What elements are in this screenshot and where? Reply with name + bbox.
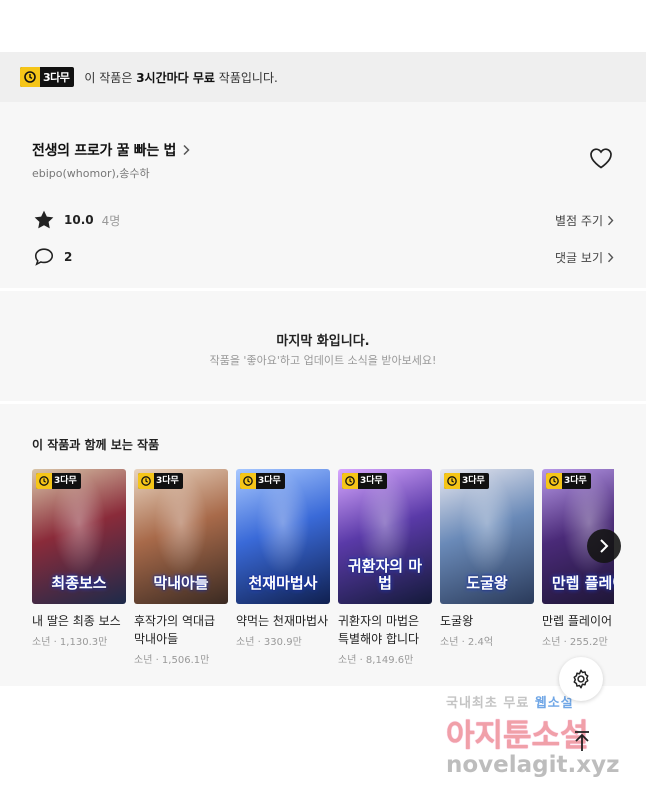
notice-text: 이 작품은 3시간마다 무료 작품입니다. — [84, 70, 278, 85]
comments-row: 2 댓글 보기 — [32, 245, 614, 269]
arrow-up-icon — [575, 731, 589, 751]
wait-free-badge: 3다무 — [342, 473, 387, 489]
badge-label: 3다무 — [564, 476, 587, 486]
cover-logo: 만렙 플레이 — [551, 574, 614, 592]
card-title: 도굴왕 — [440, 614, 474, 628]
last-episode-subtext: 작품을 '좋아요'하고 업데이트 소식을 받아보세요! — [209, 354, 437, 367]
cover-logo: 최종보스 — [51, 574, 107, 592]
wait-free-badge: 3다무 — [20, 67, 75, 87]
settings-button[interactable] — [559, 657, 603, 701]
rating-value: 10.0 — [64, 213, 94, 227]
card-title: 내 딸은 최종 보스 — [32, 614, 121, 628]
wait-free-badge: 3다무 — [444, 473, 489, 489]
card-meta: 소년 · 1,130.3만 — [32, 637, 108, 648]
carousel-next-button[interactable] — [587, 529, 621, 563]
comment-count: 2 — [64, 250, 73, 264]
card-title: 후작가의 역대급 막내아들 — [134, 614, 216, 646]
recommend-carousel: 3다무 최종보스 내 딸은 최종 보스 소년 · 1,130.3만 3다무 막내아들 후작가… — [32, 469, 614, 679]
recommend-card[interactable]: 3다무천재마법사약먹는 천재마법사소년 · 330.9만 — [236, 469, 330, 648]
comment-bubble-icon — [32, 245, 56, 269]
cover-logo: 막내아들 — [153, 574, 209, 592]
like-heart-icon[interactable] — [589, 147, 613, 169]
rate-button-label: 별점 주기 — [555, 213, 603, 228]
card-title: 약먹는 천재마법사 — [236, 614, 329, 628]
chevron-right-icon — [607, 252, 614, 262]
cover-image: 3다무최종보스 — [32, 469, 126, 604]
cover-image: 3다무도굴왕 — [440, 469, 534, 604]
recommend-card[interactable]: 3다무귀환자의 마법귀환자의 마법은 특별해야 합니다소년 · 8,149.6만 — [338, 469, 432, 666]
badge-label: 3다무 — [54, 476, 77, 486]
series-authors: ebipo(whomor),송수하 — [32, 167, 150, 180]
watermark-line1: 국내최초 무료 웹소설 — [446, 696, 574, 711]
cover-logo: 천재마법사 — [248, 574, 318, 592]
cover-logo: 귀환자의 마법 — [347, 557, 423, 592]
badge-label: 3다무 — [462, 476, 485, 486]
cover-logo: 도굴왕 — [466, 574, 508, 592]
free-notice-bar: 3다무 이 작품은 3시간마다 무료 작품입니다. — [0, 52, 646, 102]
rating-row: 10.0 4명 별점 주기 — [32, 208, 614, 232]
gear-icon — [573, 669, 589, 689]
badge-label: 3다무 — [360, 476, 383, 486]
badge-label: 3다무 — [258, 476, 281, 486]
clock-icon — [36, 473, 52, 489]
wait-free-badge: 3다무 — [546, 473, 591, 489]
card-meta: 소년 · 330.9만 — [236, 637, 302, 648]
card-meta: 소년 · 1,506.1만 — [134, 655, 210, 666]
clock-icon — [240, 473, 256, 489]
clock-icon — [20, 67, 40, 87]
view-comments-button[interactable]: 댓글 보기 — [555, 249, 614, 266]
chevron-right-icon — [607, 215, 614, 225]
view-comments-label: 댓글 보기 — [555, 250, 603, 265]
card-title: 귀환자의 마법은 특별해야 합니다 — [338, 614, 420, 646]
chevron-right-icon — [183, 144, 190, 156]
recommend-card[interactable]: 3다무막내아들후작가의 역대급 막내아들소년 · 1,506.1만 — [134, 469, 228, 666]
badge-label: 3다무 — [43, 71, 70, 84]
last-episode-panel: 마지막 화입니다. 작품을 '좋아요'하고 업데이트 소식을 받아보세요! — [0, 291, 646, 401]
clock-icon — [138, 473, 154, 489]
last-episode-heading: 마지막 화입니다. — [276, 334, 370, 349]
wait-free-badge: 3다무 — [36, 473, 81, 489]
card-meta: 소년 · 2.4억 — [440, 637, 494, 648]
scroll-top-button[interactable] — [567, 726, 597, 756]
series-title: 전생의 프로가 꿀 빠는 법 — [32, 143, 177, 159]
clock-icon — [546, 473, 562, 489]
recommend-card[interactable]: 3다무최종보스내 딸은 최종 보스소년 · 1,130.3만 — [32, 469, 126, 648]
series-title-link[interactable]: 전생의 프로가 꿀 빠는 법 — [32, 140, 190, 160]
cover-image: 3다무귀환자의 마법 — [338, 469, 432, 604]
rating-count: 4명 — [101, 213, 121, 228]
cover-image: 3다무천재마법사 — [236, 469, 330, 604]
series-info-panel: 전생의 프로가 꿀 빠는 법 ebipo(whomor),송수하 10.0 4명… — [0, 102, 646, 288]
card-title: 만렙 플레이어 — [542, 614, 613, 628]
clock-icon — [342, 473, 358, 489]
star-icon — [32, 208, 56, 232]
cover-image: 3다무막내아들 — [134, 469, 228, 604]
chevron-right-icon — [600, 539, 609, 553]
clock-icon — [444, 473, 460, 489]
recommend-card[interactable]: 3다무 도굴왕 도굴왕 소년 · 2.4억 — [440, 469, 534, 648]
rate-button[interactable]: 별점 주기 — [555, 212, 614, 229]
recommend-title: 이 작품과 함께 보는 작품 — [32, 438, 160, 452]
wait-free-badge: 3다무 — [138, 473, 183, 489]
card-meta: 소년 · 255.2만 — [542, 637, 608, 648]
wait-free-badge: 3다무 — [240, 473, 285, 489]
badge-label: 3다무 — [156, 476, 179, 486]
recommend-section: 이 작품과 함께 보는 작품 3다무최종보스내 딸은 최종 보스소년 · 1,1… — [0, 404, 646, 686]
card-meta: 소년 · 8,149.6만 — [338, 655, 414, 666]
